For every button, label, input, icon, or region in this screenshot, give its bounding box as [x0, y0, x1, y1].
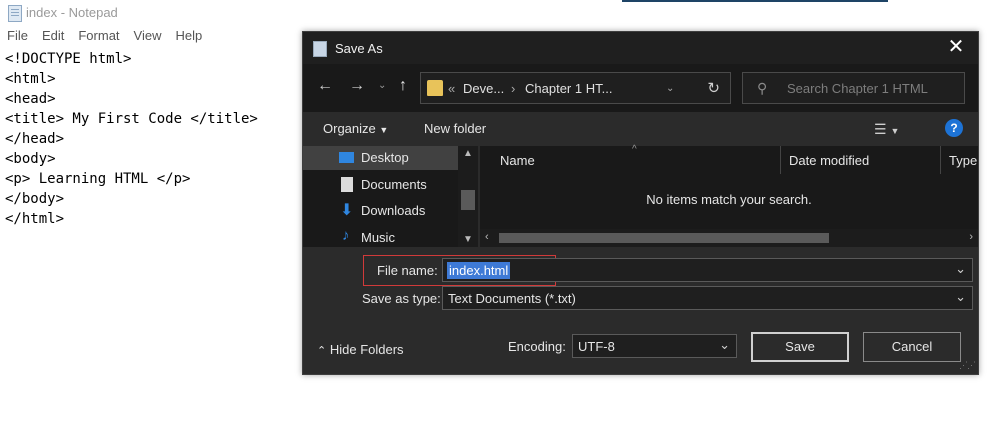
chevron-down-icon[interactable]: ⌄ [719, 337, 730, 353]
notepad-icon [313, 41, 327, 57]
cancel-button[interactable]: Cancel [863, 332, 961, 362]
notepad-title: index - Notepad [26, 5, 118, 20]
menu-view[interactable]: View [127, 27, 169, 47]
column-name[interactable]: Name [500, 153, 535, 181]
encoding-value: UTF-8 [578, 339, 615, 354]
code-line: <!DOCTYPE html> [5, 51, 132, 67]
address-bar[interactable]: « Deve... › Chapter 1 HT... ⌄ ↻ [420, 72, 731, 104]
arrow-up-icon[interactable]: ↑ [399, 77, 407, 95]
code-line: <title> My First Code </title> [5, 111, 258, 127]
column-divider[interactable] [940, 146, 941, 174]
code-line: <body> [5, 151, 56, 167]
file-name-input[interactable]: index.html ⌄ [442, 258, 973, 282]
chevron-up-icon: ⌃ [317, 345, 327, 357]
menu-edit[interactable]: Edit [35, 27, 71, 47]
dialog-toolbar: Organize ▼ New folder ☰ ▼ ? [303, 112, 978, 146]
notepad-menubar: File Edit Format View Help [0, 27, 209, 47]
code-line: </head> [5, 131, 65, 147]
chevron-down-icon[interactable]: ⌄ [378, 80, 386, 91]
notepad-icon [8, 5, 22, 22]
nav-item-label: Desktop [361, 150, 409, 165]
file-name-value: index.html [447, 262, 511, 279]
search-box[interactable]: ⚲ Search Chapter 1 HTML [742, 72, 965, 104]
encoding-label: Encoding: [508, 339, 566, 354]
sort-caret-icon: ^ [632, 144, 637, 155]
view-options-icon[interactable]: ☰ ▼ [874, 121, 899, 138]
hide-folders-button[interactable]: ⌃ Hide Folders [317, 342, 404, 357]
notepad-titlebar[interactable]: index - Notepad [0, 0, 1000, 26]
music-note-icon: ♪ [342, 227, 350, 244]
help-icon[interactable]: ? [945, 119, 963, 137]
refresh-icon[interactable]: ↻ [707, 79, 720, 97]
menu-help[interactable]: Help [168, 27, 209, 47]
search-icon: ⚲ [757, 80, 768, 96]
scroll-up-icon[interactable]: ▲ [463, 148, 473, 159]
organize-button[interactable]: Organize ▼ [323, 121, 388, 136]
column-date-modified[interactable]: Date modified [789, 153, 869, 181]
dialog-title: Save As [335, 41, 383, 56]
navigation-pane: Desktop Documents ⬇ Downloads ♪ Music ▲ … [303, 146, 478, 247]
chevron-down-icon[interactable]: ⌄ [955, 289, 966, 305]
nav-item-documents[interactable]: Documents [303, 173, 458, 197]
scrollbar-thumb[interactable] [461, 190, 475, 210]
save-as-dialog: Save As ✕ ← → ⌄ ↑ « Deve... › Chapter 1 … [302, 31, 979, 375]
dialog-titlebar[interactable]: Save As ✕ [303, 32, 978, 64]
search-input[interactable]: Search Chapter 1 HTML [787, 81, 928, 96]
column-type[interactable]: Type [949, 153, 977, 181]
menu-file[interactable]: File [0, 27, 35, 47]
column-divider[interactable] [780, 146, 781, 174]
scroll-left-icon[interactable]: ‹ [485, 231, 489, 243]
code-line: </body> [5, 191, 65, 207]
encoding-select[interactable]: UTF-8 ⌄ [572, 334, 737, 358]
save-type-label: Save as type: [362, 291, 441, 306]
scroll-down-icon[interactable]: ▼ [463, 234, 473, 245]
code-line: <p> Learning HTML </p> [5, 171, 191, 187]
nav-item-label: Documents [361, 177, 427, 192]
download-arrow-icon: ⬇ [340, 202, 354, 219]
nav-item-downloads[interactable]: ⬇ Downloads [303, 199, 458, 223]
nav-item-music[interactable]: ♪ Music [303, 226, 458, 250]
horizontal-scrollbar[interactable]: ‹ › [480, 229, 978, 247]
notepad-text-area[interactable]: <!DOCTYPE html> <html> <head> <title> My… [5, 49, 295, 229]
arrow-right-icon[interactable]: → [349, 77, 365, 95]
nav-item-label: Music [361, 230, 395, 245]
file-name-label: File name: [377, 263, 438, 278]
code-line: <html> [5, 71, 56, 87]
address-segment-chapter[interactable]: Chapter 1 HT... [525, 81, 612, 96]
code-line: <head> [5, 91, 56, 107]
scroll-right-icon[interactable]: › [969, 231, 973, 243]
folder-icon [427, 80, 443, 96]
desktop-icon [339, 152, 354, 163]
arrow-left-icon[interactable]: ← [317, 77, 333, 95]
address-overflow[interactable]: « [448, 81, 455, 96]
nav-item-desktop[interactable]: Desktop [303, 146, 458, 170]
chevron-right-icon: › [511, 81, 516, 96]
empty-message: No items match your search. [646, 192, 812, 207]
documents-icon [341, 177, 353, 192]
nav-pane-scrollbar[interactable]: ▲ ▼ [458, 146, 478, 247]
organize-label: Organize [323, 121, 376, 136]
new-folder-button[interactable]: New folder [424, 121, 486, 136]
caret-down-icon: ▼ [379, 125, 389, 135]
address-segment-deve[interactable]: Deve... [463, 81, 504, 96]
code-line: </html> [5, 211, 65, 227]
scrollbar-thumb[interactable] [499, 233, 829, 243]
chevron-down-icon[interactable]: ⌄ [955, 261, 966, 277]
resize-grip-icon[interactable]: ⋰⋰ [959, 360, 976, 371]
navigation-bar: ← → ⌄ ↑ « Deve... › Chapter 1 HT... ⌄ ↻ … [303, 64, 978, 112]
save-button[interactable]: Save [751, 332, 849, 362]
chevron-down-icon[interactable]: ⌄ [666, 83, 674, 94]
hide-folders-label: Hide Folders [329, 342, 404, 357]
nav-item-label: Downloads [361, 203, 426, 218]
save-type-select[interactable]: Text Documents (*.txt) ⌄ [442, 286, 973, 310]
menu-format[interactable]: Format [71, 27, 126, 47]
close-icon[interactable]: ✕ [934, 32, 978, 64]
save-type-value: Text Documents (*.txt) [448, 291, 576, 306]
file-list[interactable]: ^ Name Date modified Type No items match… [480, 144, 978, 247]
